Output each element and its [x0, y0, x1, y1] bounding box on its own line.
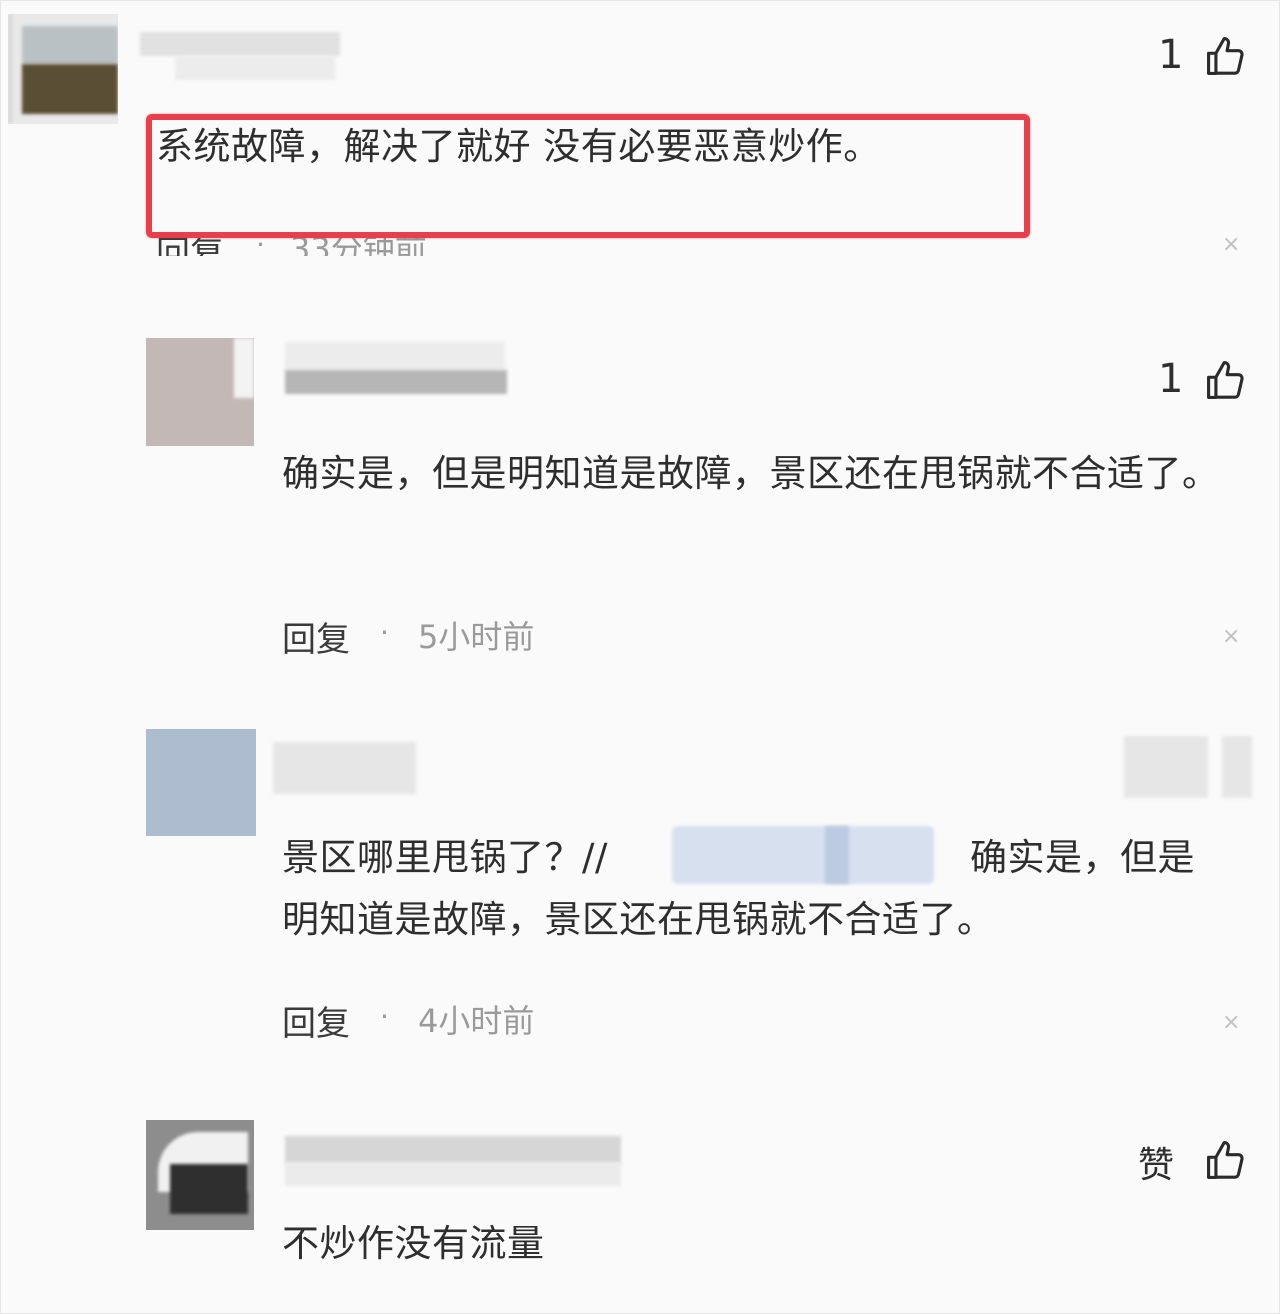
- like-count: 1: [1158, 356, 1184, 402]
- separator-dot: ·: [380, 1000, 389, 1033]
- close-icon[interactable]: ×: [1222, 232, 1240, 257]
- highlight-box: [146, 114, 1030, 238]
- thumbs-up-icon[interactable]: [1204, 1138, 1248, 1182]
- comment-text: 不炒作没有流量: [282, 1222, 545, 1265]
- avatar[interactable]: [146, 729, 256, 836]
- close-icon[interactable]: ×: [1222, 624, 1240, 649]
- comment-text: 确实是，但是: [970, 828, 1195, 888]
- timestamp: 4小时前: [418, 1002, 535, 1040]
- like-count: 1: [1158, 32, 1184, 78]
- like-label: 赞: [1138, 1145, 1175, 1186]
- avatar[interactable]: [146, 338, 254, 446]
- comment-text-part: 景区哪里甩锅了？//: [282, 836, 608, 879]
- avatar[interactable]: [146, 1120, 254, 1230]
- avatar[interactable]: [8, 14, 118, 124]
- separator-dot: ·: [380, 616, 389, 649]
- close-icon[interactable]: ×: [1222, 1010, 1240, 1035]
- thumbs-up-icon[interactable]: [1204, 358, 1248, 402]
- comment-text: 确实是，但是明知道是故障，景区还在甩锅就不合适了。: [282, 452, 1220, 495]
- timestamp: 5小时前: [418, 618, 535, 656]
- comment-text-part: 确实是，但是: [970, 836, 1195, 879]
- reply-button[interactable]: 回复: [282, 612, 350, 661]
- comment-text: 景区哪里甩锅了？//: [282, 828, 608, 888]
- reply-button[interactable]: 回复: [282, 996, 350, 1045]
- comment-text: 明知道是故障，景区还在甩锅就不合适了。: [282, 898, 995, 941]
- thumbs-up-icon[interactable]: [1204, 34, 1248, 78]
